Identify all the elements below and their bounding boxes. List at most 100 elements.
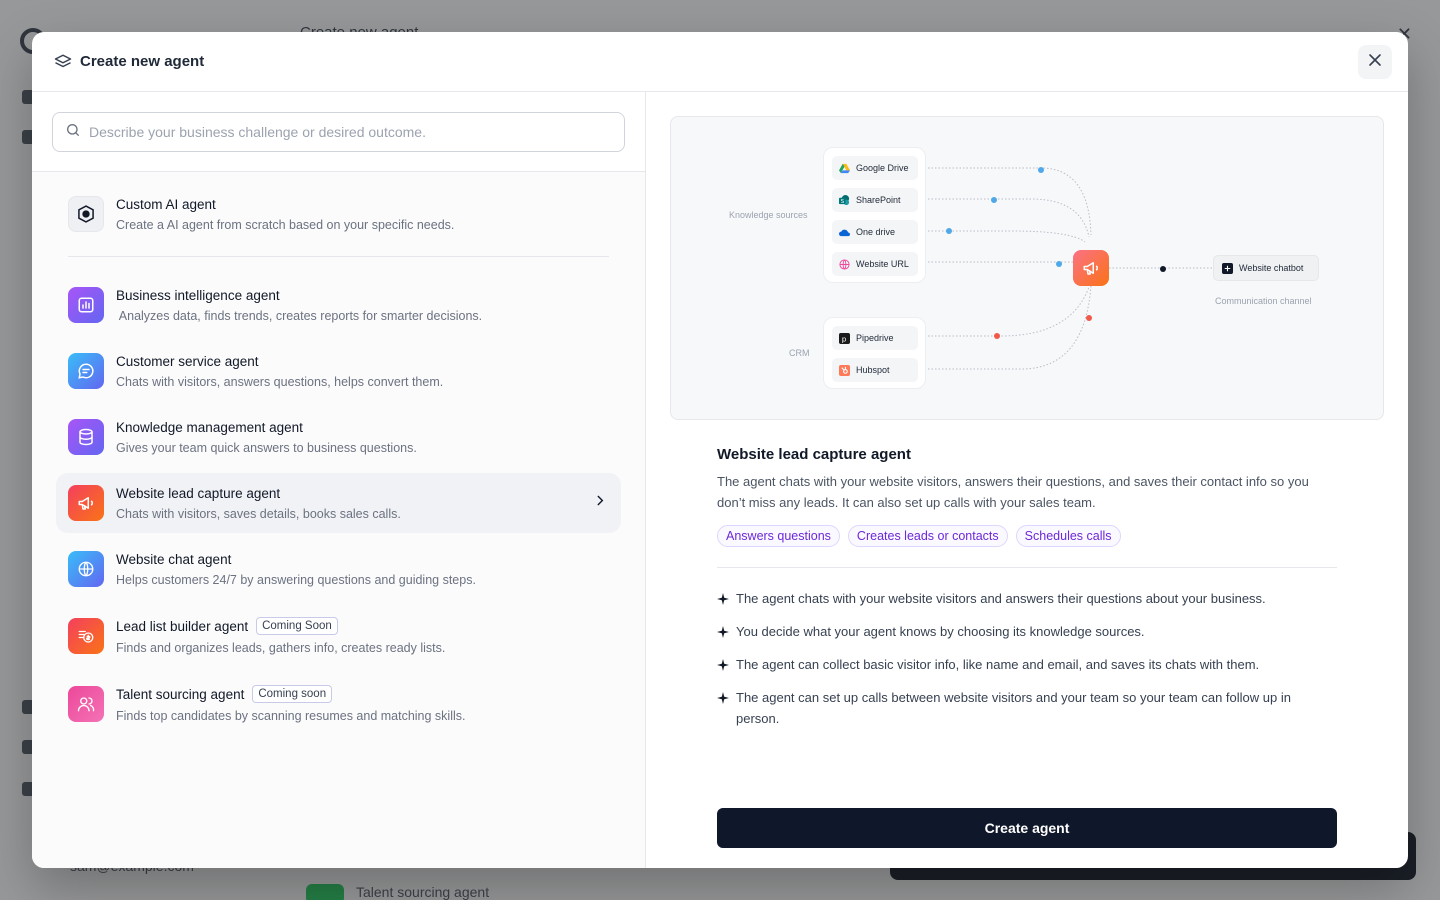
chat-icon: [68, 353, 104, 389]
source-label: Hubspot: [856, 365, 890, 375]
search-input[interactable]: [89, 124, 612, 140]
website-chatbot-chip: Website chatbot: [1213, 255, 1319, 281]
source-one-drive: One drive: [832, 220, 918, 244]
coming-soon-badge: Coming soon: [252, 685, 333, 703]
divider: [717, 567, 1337, 568]
agent-name: Customer service agent: [116, 353, 259, 369]
svg-text:S: S: [841, 198, 845, 204]
agent-name: Knowledge management agent: [116, 419, 303, 435]
agent-detail-panel: Knowledge sources CRM Communication chan…: [646, 92, 1408, 868]
detail-description: The agent chats with your website visito…: [717, 474, 1309, 510]
layers-icon: [54, 53, 72, 71]
money-list-icon: [68, 618, 104, 654]
globe-icon: [839, 258, 850, 270]
close-button[interactable]: [1358, 45, 1392, 79]
feature-text: You decide what your agent knows by choo…: [736, 624, 1145, 639]
agent-list-panel: Custom AI agent Create a AI agent from s…: [32, 92, 646, 868]
agent-name: Business intelligence agent: [116, 287, 280, 303]
agent-item-website-chat[interactable]: Website chat agent Helps customers 24/7 …: [56, 539, 621, 599]
agent-desc: Chats with visitors, saves details, book…: [116, 506, 401, 521]
connection-dot: [994, 333, 1000, 339]
connection-dot: [991, 197, 997, 203]
capability-tag: Creates leads or contacts: [847, 525, 1008, 547]
create-agent-modal: Create new agent Describe your business …: [32, 32, 1408, 868]
connection-dot: [946, 228, 952, 234]
sparkle-icon: [717, 593, 729, 605]
agent-item-business-intelligence[interactable]: Business intelligence agent Analyzes dat…: [56, 275, 621, 335]
source-sharepoint: S SharePoint: [832, 188, 918, 212]
search-section: [32, 92, 645, 172]
sparkle-icon: [717, 626, 729, 638]
agent-desc: Create a AI agent from scratch based on …: [116, 217, 455, 232]
sharepoint-icon: S: [839, 194, 850, 206]
coming-soon-badge: Coming Soon: [256, 617, 338, 635]
hubspot-icon: [839, 364, 850, 376]
connection-dot: [1038, 167, 1044, 173]
svg-text:p: p: [842, 334, 847, 343]
source-label: Website URL: [856, 259, 909, 269]
knowledge-sources-card: Google Drive S SharePoint One drive Webs…: [823, 147, 926, 283]
onedrive-icon: [839, 227, 850, 238]
agent-name: Website chat agent: [116, 551, 232, 567]
create-agent-button[interactable]: Create agent: [717, 808, 1337, 848]
google-drive-icon: [839, 163, 850, 174]
pipedrive-icon: p: [839, 332, 850, 344]
channel-label: Communication channel: [1215, 296, 1312, 306]
agent-name: Talent sourcing agent Coming soon: [116, 685, 466, 703]
megaphone-icon: [68, 485, 104, 521]
capability-tag: Schedules calls: [1015, 525, 1121, 547]
sparkle-icon: [717, 692, 729, 704]
feature-item: The agent can set up calls between websi…: [717, 687, 1337, 729]
search-box[interactable]: [52, 112, 625, 152]
feature-item: The agent chats with your website visito…: [717, 588, 1337, 609]
agent-desc: Gives your team quick answers to busines…: [116, 440, 417, 455]
source-website-url: Website URL: [832, 252, 918, 276]
source-label: SharePoint: [856, 195, 901, 205]
agent-item-knowledge-management[interactable]: Knowledge management agent Gives your te…: [56, 407, 621, 467]
agent-name: Website lead capture agent: [116, 485, 281, 501]
bar-chart-icon: [68, 287, 104, 323]
agent-desc: Finds top candidates by scanning resumes…: [116, 709, 466, 723]
agent-desc: Finds and organizes leads, gathers info,…: [116, 641, 446, 655]
custom-agent-icon: [68, 196, 104, 232]
agent-item-talent-sourcing[interactable]: Talent sourcing agent Coming soon Finds …: [56, 673, 621, 735]
knowledge-sources-label: Knowledge sources: [729, 210, 808, 220]
crm-label: CRM: [789, 348, 810, 358]
agent-desc: Chats with visitors, answers questions, …: [116, 374, 444, 389]
connection-dot: [1086, 315, 1092, 321]
integration-diagram: Knowledge sources CRM Communication chan…: [670, 116, 1384, 420]
chatbot-icon: [1222, 262, 1233, 274]
agent-item-customer-service[interactable]: Customer service agent Chats with visito…: [56, 341, 621, 401]
agent-desc: Analyzes data, finds trends, creates rep…: [116, 308, 483, 323]
agent-item-lead-list-builder[interactable]: Lead list builder agent Coming Soon Find…: [56, 605, 621, 667]
agent-detail: Website lead capture agent The agent cha…: [670, 420, 1384, 741]
agent-name-text: Talent sourcing agent: [116, 686, 245, 702]
connection-dot: [1160, 266, 1166, 272]
source-pipedrive: p Pipedrive: [832, 326, 918, 350]
agent-hub-icon: [1073, 250, 1109, 286]
users-icon: [68, 686, 104, 722]
connection-dot: [1056, 261, 1062, 267]
agent-name: Lead list builder agent Coming Soon: [116, 617, 445, 635]
capability-tag: Answers questions: [717, 525, 840, 547]
crm-card: p Pipedrive Hubspot: [823, 317, 926, 389]
agent-desc: Helps customers 24/7 by answering questi…: [116, 572, 476, 587]
modal-title: Create new agent: [80, 53, 205, 70]
globe-icon: [68, 551, 104, 587]
agent-name-text: Lead list builder agent: [116, 618, 249, 634]
feature-text: The agent can set up calls between websi…: [736, 690, 1291, 726]
agent-list: Custom AI agent Create a AI agent from s…: [32, 172, 645, 741]
custom-agent-item[interactable]: Custom AI agent Create a AI agent from s…: [56, 184, 621, 244]
agent-item-website-lead-capture[interactable]: Website lead capture agent Chats with vi…: [56, 473, 621, 533]
sparkle-icon: [717, 659, 729, 671]
feature-item: The agent can collect basic visitor info…: [717, 654, 1337, 675]
agent-name: Custom AI agent: [116, 196, 216, 212]
chatbot-label: Website chatbot: [1239, 263, 1304, 273]
search-icon: [65, 122, 81, 143]
source-label: Pipedrive: [856, 333, 894, 343]
database-icon: [68, 419, 104, 455]
divider: [68, 256, 609, 257]
source-label: Google Drive: [856, 163, 909, 173]
feature-text: The agent chats with your website visito…: [736, 591, 1266, 606]
feature-text: The agent can collect basic visitor info…: [736, 657, 1260, 672]
